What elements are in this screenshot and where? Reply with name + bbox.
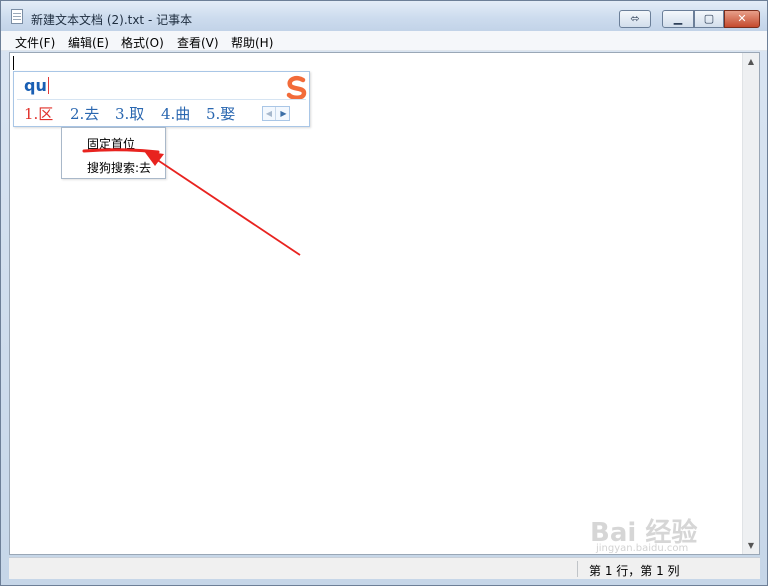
scroll-down-icon[interactable]: ▼ [743,537,759,554]
candidate-5[interactable]: 5.娶 [206,103,235,124]
status-divider [577,561,578,577]
prev-page-icon[interactable]: ◀ [263,107,276,120]
ime-divider [17,99,306,100]
candidate-pager: ◀ ▶ [262,106,290,121]
title-bar[interactable]: 新建文本文档 (2).txt - 记事本 ⬄ ▁ ▢ ✕ [1,1,767,31]
ime-composition: qu [24,76,49,95]
menu-edit[interactable]: 编辑(E) [68,34,109,51]
watermark-url: jingyan.baidu.com [596,543,689,554]
candidate-2[interactable]: 2.去 [70,103,99,124]
snap-button[interactable]: ⬄ [619,10,651,28]
maximize-button[interactable]: ▢ [694,10,724,28]
status-bar: 第 1 行，第 1 列 [9,557,760,579]
next-page-icon[interactable]: ▶ [277,107,290,120]
cursor-position: 第 1 行，第 1 列 [589,564,680,578]
menu-file[interactable]: 文件(F) [15,34,55,51]
menu-view[interactable]: 查看(V) [177,34,219,51]
candidate-1[interactable]: 1.区 [24,103,53,124]
menu-format[interactable]: 格式(O) [121,34,164,51]
annotation-arrow-icon [82,148,301,256]
vertical-scrollbar[interactable]: ▲ ▼ [742,53,759,554]
candidate-3[interactable]: 3.取 [115,103,144,124]
ime-candidate-window: qu 1.区 2.去 3.取 4.曲 5.娶 ◀ ▶ [13,71,310,127]
notepad-app-icon[interactable] [11,9,23,24]
ime-input-text: qu [24,76,47,95]
sogou-logo-icon[interactable] [283,74,311,102]
scroll-up-icon[interactable]: ▲ [743,53,759,70]
window-title: 新建文本文档 (2).txt - 记事本 [31,13,193,27]
menu-bar: 文件(F) 编辑(E) 格式(O) 查看(V) 帮助(H) [1,31,767,51]
text-caret [13,56,14,70]
ime-cursor [47,77,49,94]
candidate-4[interactable]: 4.曲 [161,103,190,124]
close-button[interactable]: ✕ [724,10,760,28]
menu-help[interactable]: 帮助(H) [231,34,273,51]
minimize-button[interactable]: ▁ [662,10,694,28]
